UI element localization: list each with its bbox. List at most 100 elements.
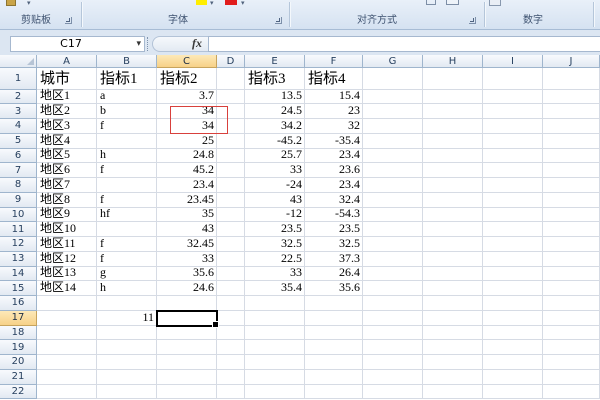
cell-f7[interactable]: 23.6 [305, 163, 363, 178]
cell-g15[interactable] [363, 281, 423, 296]
cell-h19[interactable] [423, 340, 483, 355]
row-header-3[interactable]: 3 [0, 104, 37, 119]
cell-j7[interactable] [543, 163, 600, 178]
cell-e7[interactable]: 33 [245, 163, 305, 178]
row-header-10[interactable]: 10 [0, 207, 37, 223]
cell-h20[interactable] [423, 355, 483, 370]
cell-f17[interactable] [305, 310, 363, 326]
cell-i10[interactable] [483, 207, 543, 223]
cell-b5[interactable] [97, 133, 157, 149]
cell-j11[interactable] [543, 222, 600, 237]
select-all-corner[interactable] [0, 55, 37, 68]
cell-g6[interactable] [363, 148, 423, 164]
cell-d15[interactable] [217, 281, 245, 296]
cell-c21[interactable] [157, 369, 217, 385]
cell-j10[interactable] [543, 207, 600, 223]
cell-c16[interactable] [157, 296, 217, 311]
row-header-8[interactable]: 8 [0, 178, 37, 193]
chevron-down-icon[interactable]: ▾ [241, 0, 245, 7]
cell-j14[interactable] [543, 266, 600, 282]
column-header-d[interactable]: D [217, 55, 245, 68]
cell-h2[interactable] [423, 89, 483, 105]
formula-bar-splitter[interactable] [147, 37, 150, 51]
cell-c15[interactable]: 24.6 [157, 281, 217, 296]
formula-input[interactable] [208, 36, 600, 52]
row-header-21[interactable]: 21 [0, 369, 37, 385]
merge-cells-icon[interactable] [446, 0, 459, 5]
insert-function-button[interactable]: fx [188, 36, 206, 52]
number-format-icon[interactable] [489, 0, 501, 6]
cell-c20[interactable] [157, 355, 217, 370]
row-header-16[interactable]: 16 [0, 296, 37, 311]
cell-d19[interactable] [217, 340, 245, 355]
row-header-5[interactable]: 5 [0, 133, 37, 149]
format-painter-icon[interactable] [6, 0, 16, 6]
cell-f4[interactable]: 32 [305, 118, 363, 134]
cell-i18[interactable] [483, 325, 543, 341]
row-header-7[interactable]: 7 [0, 163, 37, 178]
cell-b10[interactable]: hf [97, 207, 157, 223]
cell-g22[interactable] [363, 384, 423, 400]
row-header-14[interactable]: 14 [0, 266, 37, 282]
cell-f18[interactable] [305, 325, 363, 341]
cell-b19[interactable] [97, 340, 157, 355]
cell-a20[interactable] [37, 355, 97, 370]
cell-b3[interactable]: b [97, 104, 157, 119]
cell-b18[interactable] [97, 325, 157, 341]
cell-b1[interactable]: 指标1 [97, 68, 157, 90]
cell-j9[interactable] [543, 192, 600, 208]
cell-g4[interactable] [363, 119, 423, 134]
cell-b11[interactable] [97, 222, 157, 237]
cell-g8[interactable] [363, 178, 423, 193]
cell-f8[interactable]: 23.4 [305, 177, 363, 193]
cell-i21[interactable] [483, 369, 543, 385]
cell-h4[interactable] [423, 119, 483, 134]
row-header-19[interactable]: 19 [0, 340, 37, 355]
cell-i12[interactable] [483, 237, 543, 252]
cell-e15[interactable]: 35.4 [245, 281, 305, 296]
cell-h3[interactable] [423, 104, 483, 119]
cell-h12[interactable] [423, 237, 483, 252]
cell-e3[interactable]: 24.5 [245, 104, 305, 119]
cell-i1[interactable] [483, 68, 543, 90]
cell-d5[interactable] [217, 133, 245, 149]
cell-b15[interactable]: h [97, 281, 157, 296]
row-header-20[interactable]: 20 [0, 355, 37, 370]
cell-a3[interactable]: 地区2 [37, 104, 97, 119]
cell-h1[interactable] [423, 68, 483, 90]
cell-a1[interactable]: 城市 [37, 68, 97, 90]
cell-a19[interactable] [37, 340, 97, 355]
cell-d2[interactable] [217, 89, 245, 105]
cell-f3[interactable]: 23 [305, 104, 363, 119]
cell-i4[interactable] [483, 119, 543, 134]
cell-a11[interactable]: 地区10 [37, 222, 97, 237]
cell-j12[interactable] [543, 237, 600, 252]
cell-d17[interactable] [217, 310, 245, 326]
cell-b8[interactable] [97, 178, 157, 193]
cell-i20[interactable] [483, 355, 543, 370]
cell-g13[interactable] [363, 251, 423, 267]
cell-d10[interactable] [217, 207, 245, 223]
cell-j1[interactable] [543, 68, 600, 90]
font-dialog-launcher-icon[interactable] [275, 17, 282, 24]
cell-j17[interactable] [543, 310, 600, 326]
cell-d13[interactable] [217, 251, 245, 267]
cell-b14[interactable]: g [97, 266, 157, 282]
cell-f21[interactable] [305, 369, 363, 385]
cell-g20[interactable] [363, 355, 423, 370]
cell-c18[interactable] [157, 325, 217, 341]
cell-a7[interactable]: 地区6 [37, 163, 97, 178]
cell-g3[interactable] [363, 104, 423, 119]
cell-b7[interactable]: f [97, 163, 157, 178]
cell-d11[interactable] [217, 222, 245, 237]
cell-g7[interactable] [363, 163, 423, 178]
cell-g16[interactable] [363, 296, 423, 311]
cell-f11[interactable]: 23.5 [305, 222, 363, 237]
cell-b12[interactable]: f [97, 236, 157, 252]
cell-d9[interactable] [217, 192, 245, 208]
cell-g1[interactable] [363, 68, 423, 90]
wrap-text-icon[interactable] [426, 0, 436, 5]
cell-i17[interactable] [483, 310, 543, 326]
cell-g9[interactable] [363, 192, 423, 208]
cell-f15[interactable]: 35.6 [305, 281, 363, 296]
